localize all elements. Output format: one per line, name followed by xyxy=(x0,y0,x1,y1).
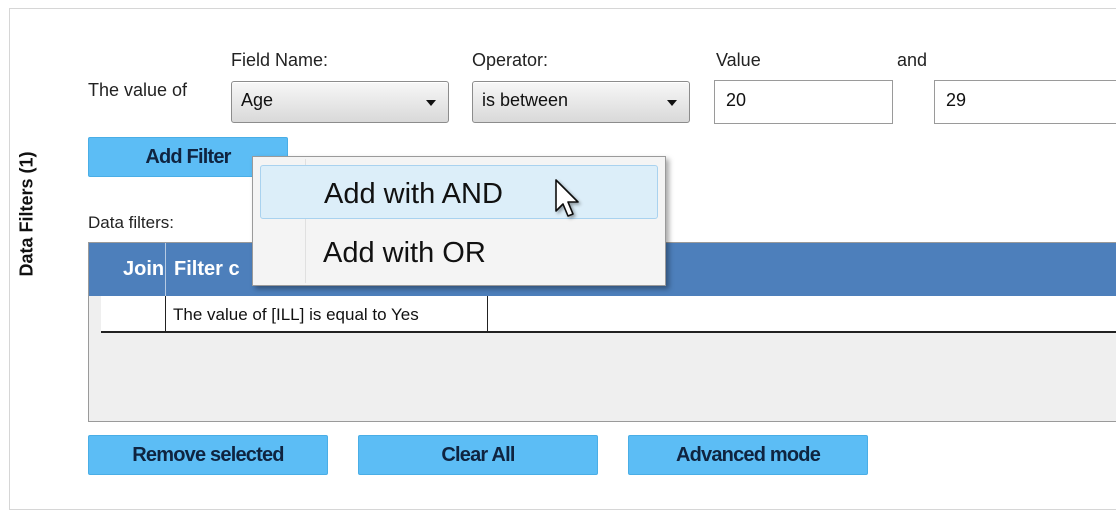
menu-item-add-with-and[interactable]: Add with AND xyxy=(260,165,658,219)
chevron-down-icon xyxy=(667,100,677,106)
menu-item-add-with-or[interactable]: Add with OR xyxy=(260,225,658,279)
value-label: Value xyxy=(716,50,761,70)
chevron-down-icon xyxy=(426,100,436,106)
value-to-text: 29 xyxy=(946,90,967,110)
menu-item-label: Add with AND xyxy=(324,178,503,210)
remove-selected-button[interactable]: Remove selected xyxy=(88,435,328,475)
side-panel-title: Data Filters (1) xyxy=(16,151,37,277)
and-label: and xyxy=(897,50,928,70)
value-from-input[interactable]: 20 xyxy=(714,80,893,124)
add-filter-menu: Add with AND Add with OR xyxy=(252,156,666,286)
table-row[interactable]: The value of [ILL] is equal to Yes xyxy=(101,296,1116,333)
filter-cell: The value of [ILL] is equal to Yes xyxy=(173,305,419,324)
clear-all-button[interactable]: Clear All xyxy=(358,435,598,475)
column-header-join[interactable]: Join xyxy=(115,243,165,296)
cell-divider xyxy=(165,296,166,333)
operator-value: is between xyxy=(482,90,569,110)
operator-dropdown[interactable]: is between xyxy=(472,81,690,123)
value-from-text: 20 xyxy=(726,90,747,110)
field-name-value: Age xyxy=(241,90,274,110)
field-name-label: Field Name: xyxy=(231,50,329,70)
menu-item-label: Add with OR xyxy=(323,237,486,269)
cell-divider xyxy=(487,296,488,333)
advanced-mode-button[interactable]: Advanced mode xyxy=(628,435,868,475)
data-filters-label: Data filters: xyxy=(88,213,174,232)
pointer-cursor-icon xyxy=(555,179,579,217)
the-value-of-label: The value of xyxy=(88,80,188,100)
operator-label: Operator: xyxy=(472,50,549,70)
field-name-dropdown[interactable]: Age xyxy=(231,81,449,123)
value-to-input[interactable]: 29 xyxy=(934,80,1116,124)
